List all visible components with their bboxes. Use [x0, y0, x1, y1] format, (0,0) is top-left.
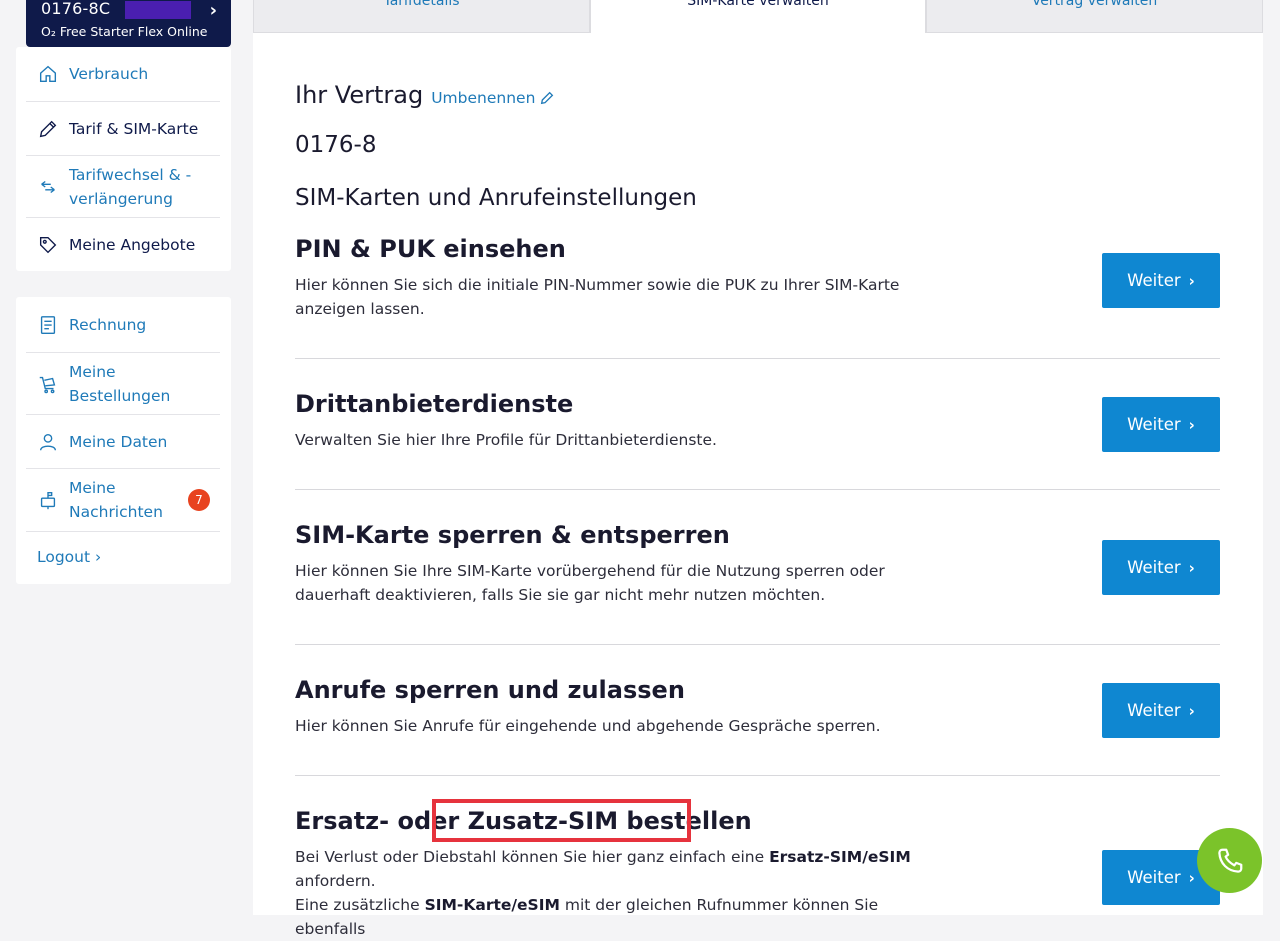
button-label: Weiter: [1127, 558, 1181, 577]
tab-label: SIM-Karte verwalten: [687, 0, 829, 9]
divider: [295, 358, 1220, 359]
setting-row-ersatz-sim: Ersatz- oder Zusatz-SIM bestellen Bei Ve…: [295, 807, 1220, 938]
phone-icon: [1217, 848, 1242, 873]
chevron-right-icon: ›: [1188, 558, 1195, 577]
page-title: Ihr Vertrag: [295, 81, 424, 109]
chevron-right-icon: ›: [1188, 701, 1195, 720]
contract-selector[interactable]: 0176-8C › O₂ Free Starter Flex Online: [26, 0, 231, 47]
tab-sim-karte-verwalten[interactable]: SIM-Karte verwalten: [590, 0, 926, 34]
sidebar-item-label: Meine Bestellungen: [69, 362, 171, 405]
row-title: Anrufe sperren und zulassen: [295, 676, 685, 704]
divider: [295, 489, 1220, 490]
desc-text: anfordern.: [295, 872, 376, 890]
tab-tarifdetails[interactable]: Tarifdetails: [253, 0, 590, 33]
chevron-right-icon: ›: [1188, 415, 1195, 434]
pencil-icon: [541, 91, 554, 105]
setting-row-drittanbieter: Drittanbieterdienste Verwalten Sie hier …: [295, 390, 1220, 470]
sidebar-item-nachrichten[interactable]: Meine Nachrichten 7: [26, 469, 220, 532]
row-title: Drittanbieterdienste: [295, 390, 574, 418]
row-description: Hier können Sie sich die initiale PIN-Nu…: [295, 276, 900, 318]
sidebar-item-bestellungen[interactable]: Meine Bestellungen: [26, 353, 220, 415]
unread-count-badge: 7: [188, 489, 210, 511]
setting-row-sim-sperren: SIM-Karte sperren & entsperren Hier könn…: [295, 521, 1220, 621]
contract-number: 0176-8: [295, 132, 377, 158]
row-description: Verwalten Sie hier Ihre Profile für Drit…: [295, 431, 717, 449]
tab-bar: Tarifdetails SIM-Karte verwalten Vertrag…: [253, 0, 1263, 34]
sidebar-item-daten[interactable]: Meine Daten: [26, 415, 220, 469]
button-label: Weiter: [1127, 868, 1181, 887]
document-icon: [40, 315, 56, 334]
row-title: Ersatz- oder Zusatz-SIM bestellen: [295, 807, 1220, 835]
sidebar-item-label: Tarif & SIM-Karte: [69, 119, 199, 138]
weiter-button-sim-sperren[interactable]: Weiter ›: [1102, 540, 1220, 595]
setting-row-pin-puk: PIN & PUK einsehen Hier können Sie sich …: [295, 235, 1220, 335]
sidebar-item-rechnung[interactable]: Rechnung: [26, 297, 220, 353]
tab-vertrag-verwalten[interactable]: Vertrag verwalten: [926, 0, 1263, 33]
row-description: Hier können Sie Ihre SIM-Karte vorüberge…: [295, 562, 885, 604]
sidebar-item-tarifwechsel[interactable]: Tarifwechsel & - verlängerung: [26, 156, 220, 218]
section-title: SIM-Karten und Anrufeinstellungen: [295, 185, 697, 211]
desc-text: Eine zusätzliche: [295, 896, 425, 914]
sidebar-item-label: Meine Angebote: [69, 235, 196, 254]
sidebar-item-label: Meine Daten: [69, 432, 168, 451]
mailbox-icon: [40, 491, 56, 510]
contract-tariff-name: O₂ Free Starter Flex Online: [41, 24, 208, 39]
weiter-button-pin-puk[interactable]: Weiter ›: [1102, 253, 1220, 308]
home-icon: [39, 65, 57, 83]
tag-icon: [39, 236, 57, 253]
chevron-right-icon: ›: [209, 0, 217, 21]
desc-bold: Ersatz-SIM/eSIM: [769, 848, 911, 866]
swap-icon: [41, 180, 55, 193]
divider: [295, 644, 1220, 645]
sidebar-item-angebote[interactable]: Meine Angebote: [26, 218, 220, 271]
sidebar-nav-top: Verbrauch Tarif & SIM-Karte Tarifwechsel…: [16, 47, 231, 271]
tab-label: Vertrag verwalten: [1031, 0, 1158, 9]
sidebar-nav-bottom: Rechnung Meine Bestellungen Meine Daten …: [16, 297, 231, 584]
row-description: Hier können Sie Anrufe für eingehende un…: [295, 717, 881, 735]
user-icon: [39, 433, 57, 450]
contract-number: 0176-8C: [41, 0, 111, 18]
sidebar-item-tarif-sim[interactable]: Tarif & SIM-Karte: [26, 102, 220, 156]
rename-label: Umbenennen: [431, 89, 536, 107]
sidebar-item-label: Rechnung: [69, 315, 147, 334]
chevron-right-icon: ›: [1188, 868, 1195, 887]
cart-icon: [39, 376, 56, 393]
row-title: PIN & PUK einsehen: [295, 235, 566, 263]
chevron-right-icon: ›: [1188, 271, 1195, 290]
main-panel: Ihr Vertrag Umbenennen 0176-8 SIM-Karten…: [253, 33, 1263, 938]
row-description: Bei Verlust oder Diebstahl können Sie hi…: [295, 845, 915, 941]
desc-text: Bei Verlust oder Diebstahl können Sie hi…: [295, 848, 770, 866]
divider: [295, 775, 1220, 776]
row-title-highlighted: Zusatz-SIM bestellen: [467, 807, 752, 835]
button-label: Weiter: [1127, 701, 1181, 720]
row-title-prefix: Ersatz- oder: [295, 807, 468, 835]
sidebar-item-label: Meine Nachrichten: [69, 479, 163, 521]
desc-bold: SIM-Karte/eSIM: [424, 896, 560, 914]
redaction-block: [125, 1, 191, 19]
button-label: Weiter: [1127, 271, 1181, 290]
tab-label: Tarifdetails: [383, 0, 460, 9]
contract-heading: Ihr Vertrag Umbenennen: [295, 81, 555, 109]
sidebar-item-verbrauch[interactable]: Verbrauch: [26, 47, 220, 102]
weiter-button-anrufe-sperren[interactable]: Weiter ›: [1102, 683, 1220, 738]
logout-link[interactable]: Logout ›: [37, 548, 101, 566]
row-title: SIM-Karte sperren & entsperren: [295, 521, 730, 549]
call-button[interactable]: [1197, 828, 1262, 893]
sidebar-item-label: Tarifwechsel & - verlängerung: [69, 165, 192, 208]
pencil-icon: [39, 120, 57, 137]
button-label: Weiter: [1127, 415, 1181, 434]
sidebar-item-label: Verbrauch: [69, 65, 149, 83]
setting-row-anrufe-sperren: Anrufe sperren und zulassen Hier können …: [295, 676, 1220, 756]
rename-link[interactable]: Umbenennen: [431, 89, 555, 107]
weiter-button-drittanbieter[interactable]: Weiter ›: [1102, 397, 1220, 452]
